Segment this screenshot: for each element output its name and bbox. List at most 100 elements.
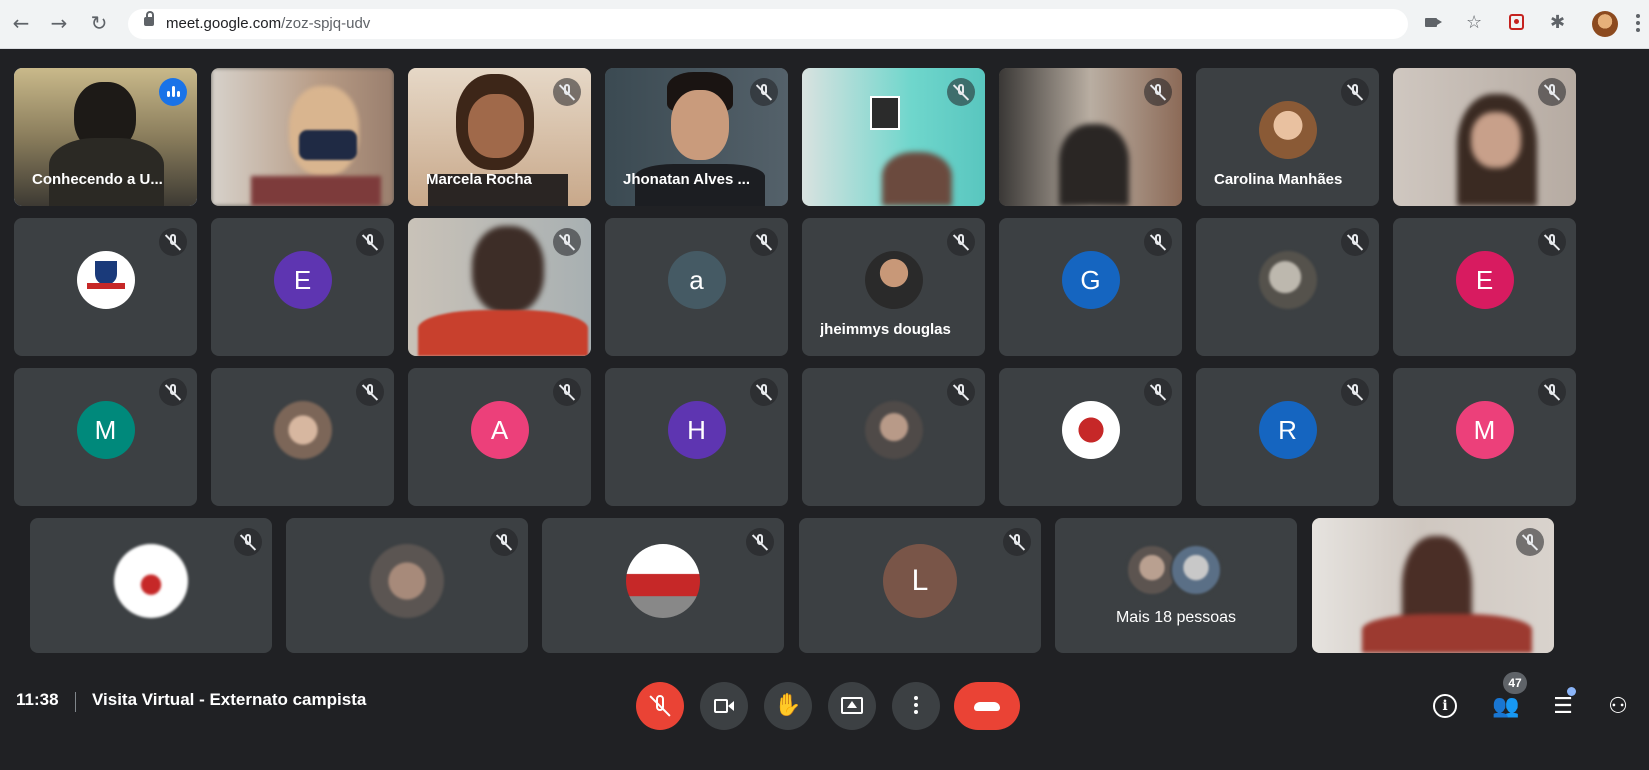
muted-mic-icon: [1538, 228, 1566, 256]
participant-avatar: [1061, 401, 1120, 459]
participant-tile[interactable]: a: [605, 218, 788, 356]
muted-mic-icon: [553, 228, 581, 256]
muted-mic-icon: [1341, 378, 1369, 406]
participant-avatar: [1258, 251, 1317, 309]
participant-avatar: H: [667, 401, 726, 459]
muted-mic-icon: [1341, 228, 1369, 256]
browser-menu-icon[interactable]: [1636, 14, 1640, 32]
participant-avatar: [1258, 101, 1317, 159]
present-screen-button[interactable]: [828, 682, 876, 730]
meeting-controls-bar: 11:38 Visita Virtual - Externato campist…: [0, 670, 1649, 770]
more-options-button[interactable]: [892, 682, 940, 730]
participant-tile[interactable]: Conhecendo a U...: [14, 68, 197, 206]
participant-avatar: M: [1455, 401, 1514, 459]
leave-call-button[interactable]: [954, 682, 1020, 730]
participant-avatar: M: [76, 401, 135, 459]
participant-avatar: A: [470, 401, 529, 459]
camera-toggle-button[interactable]: [700, 682, 748, 730]
participant-tile[interactable]: [30, 518, 272, 653]
extension-icon[interactable]: [1509, 14, 1524, 30]
url-text: meet.google.com/zoz-spjq-udv: [166, 15, 371, 32]
participant-name: Jhonatan Alves ...: [623, 171, 750, 188]
muted-mic-icon: [750, 228, 778, 256]
more-participants-tile[interactable]: Mais 18 pessoas: [1055, 518, 1297, 653]
profile-avatar[interactable]: [1592, 11, 1618, 37]
participant-tile[interactable]: Carolina Manhães: [1196, 68, 1379, 206]
participant-tile[interactable]: [211, 368, 394, 506]
chat-notification-dot: [1567, 687, 1576, 696]
participant-tile[interactable]: [14, 218, 197, 356]
participant-tile[interactable]: [408, 218, 591, 356]
muted-mic-icon: [1538, 378, 1566, 406]
participant-avatar: R: [1258, 401, 1317, 459]
meeting-title: Visita Virtual - Externato campista: [92, 690, 367, 709]
participant-tile[interactable]: A: [408, 368, 591, 506]
muted-mic-icon: [490, 528, 518, 556]
participant-tile[interactable]: M: [1393, 368, 1576, 506]
meeting-time: 11:38: [16, 690, 59, 709]
muted-mic-icon: [1003, 528, 1031, 556]
muted-mic-icon: [750, 378, 778, 406]
participant-tile[interactable]: jheimmys douglas: [802, 218, 985, 356]
participant-tile[interactable]: [999, 68, 1182, 206]
participant-tile[interactable]: R: [1196, 368, 1379, 506]
muted-mic-icon: [746, 528, 774, 556]
muted-mic-icon: [1144, 78, 1172, 106]
people-button[interactable]: 👥: [1491, 692, 1521, 722]
reload-icon[interactable]: ↻: [88, 12, 110, 34]
participant-tile[interactable]: H: [605, 368, 788, 506]
mic-toggle-button[interactable]: [636, 682, 684, 730]
participant-tile[interactable]: [1393, 68, 1576, 206]
car-avatar: [626, 543, 700, 618]
muted-mic-icon: [553, 378, 581, 406]
participant-name: Conhecendo a U...: [32, 171, 163, 188]
participant-avatar: [864, 251, 923, 309]
participant-avatar: a: [667, 251, 726, 309]
participant-tile[interactable]: [542, 518, 784, 653]
participant-tile[interactable]: E: [211, 218, 394, 356]
participant-tile[interactable]: Marcela Rocha: [408, 68, 591, 206]
participant-tile[interactable]: [802, 68, 985, 206]
participant-tile[interactable]: [1196, 218, 1379, 356]
muted-mic-icon: [750, 78, 778, 106]
participant-avatar: [370, 543, 444, 618]
participant-tile[interactable]: M: [14, 368, 197, 506]
chat-button[interactable]: ☰: [1548, 692, 1578, 722]
participant-tile[interactable]: [286, 518, 528, 653]
activities-button[interactable]: ⚇: [1603, 692, 1633, 722]
meeting-details-button[interactable]: i: [1433, 694, 1457, 718]
extensions-puzzle-icon[interactable]: ✱: [1550, 12, 1565, 34]
muted-mic-icon: [553, 78, 581, 106]
participant-name: Carolina Manhães: [1214, 171, 1343, 188]
more-vert-icon: [914, 696, 918, 717]
hand-icon: ✋: [774, 693, 802, 718]
participant-tile[interactable]: [802, 368, 985, 506]
participant-tile[interactable]: E: [1393, 218, 1576, 356]
participant-tile[interactable]: G: [999, 218, 1182, 356]
participant-avatar: [864, 401, 923, 459]
muted-mic-icon: [1144, 228, 1172, 256]
participant-tile[interactable]: [1312, 518, 1554, 653]
muted-mic-icon: [947, 78, 975, 106]
participant-avatar: [114, 543, 188, 618]
divider: [75, 692, 76, 712]
forward-icon[interactable]: →: [48, 12, 70, 34]
participant-tile[interactable]: [211, 68, 394, 206]
bookmark-star-icon[interactable]: ☆: [1466, 12, 1482, 34]
muted-mic-icon: [1538, 78, 1566, 106]
muted-mic-icon: [234, 528, 262, 556]
back-icon[interactable]: ←: [10, 12, 32, 34]
address-bar[interactable]: meet.google.com/zoz-spjq-udv: [128, 9, 1408, 39]
lock-icon: [144, 11, 154, 26]
raise-hand-button[interactable]: ✋: [764, 682, 812, 730]
muted-mic-icon: [159, 378, 187, 406]
muted-mic-icon: [1144, 378, 1172, 406]
browser-toolbar: ← → ↻ meet.google.com/zoz-spjq-udv ☆ ✱: [0, 0, 1649, 49]
participant-tile[interactable]: L: [799, 518, 1041, 653]
hangup-icon: [974, 702, 1000, 711]
participant-tile[interactable]: Jhonatan Alves ...: [605, 68, 788, 206]
more-participants-avatars: [1126, 544, 1226, 596]
participant-name: Marcela Rocha: [426, 171, 532, 188]
camera-in-use-icon[interactable]: [1425, 18, 1442, 27]
participant-tile[interactable]: [999, 368, 1182, 506]
